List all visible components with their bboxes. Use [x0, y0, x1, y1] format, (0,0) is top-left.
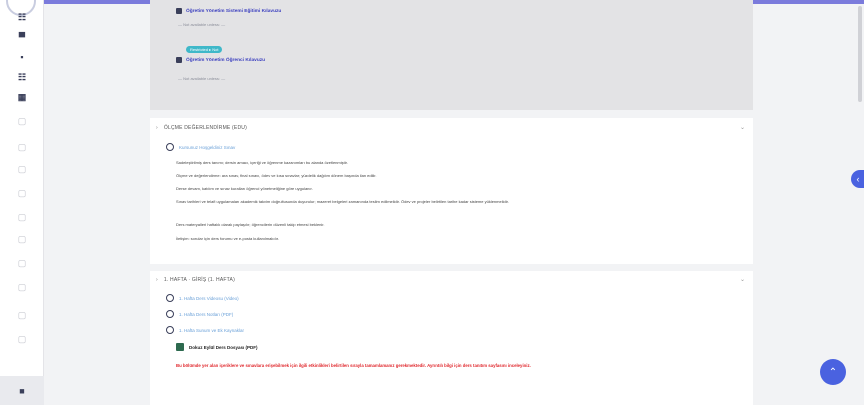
section-description: Ölçme ve değerlendirme: ara sınav, final… [176, 173, 377, 178]
url-icon [166, 310, 174, 318]
section-description: İletişim: sorular için ders forumu ve e-… [176, 236, 279, 241]
scrollbar[interactable] [858, 6, 862, 102]
section-icon-5[interactable]: ▢ [0, 209, 44, 225]
section-description: Derse devam, katılım ve sınav kuralları … [176, 186, 313, 191]
restriction-note: — Not available unless: — [178, 76, 226, 81]
dashboard-icon[interactable]: ▀ [0, 29, 44, 45]
activity-item[interactable]: 1. Hafta Ders Videosu (Video) [166, 294, 239, 302]
home-icon[interactable]: ☷ [0, 9, 44, 25]
activity-link[interactable]: Öğretim Yönetim Öğrenci Kılavuzu [186, 58, 265, 63]
file-icon [176, 343, 184, 351]
restriction-note: — Not available unless: — [178, 22, 226, 27]
chevron-right-icon[interactable]: › [156, 277, 158, 283]
section-description: Sınav tarihleri ve telafi uygulamaları a… [176, 199, 509, 204]
rail-footer-button[interactable]: ■ [0, 376, 44, 405]
section-header[interactable]: › 1. HAFTA · GİRİŞ (1. HAFTA) [156, 277, 235, 283]
activity-item[interactable]: Öğretim Yönetim Sistemi Eğitimi Kılavuzu [176, 8, 281, 14]
menu-icon: ■ [19, 385, 25, 396]
restricted-badge: Restricted ▸ Not [186, 46, 223, 53]
url-icon [166, 326, 174, 334]
restricted-section-block: Öğretim Yönetim Sistemi Eğitimi Kılavuzu… [150, 0, 753, 110]
section-title: ÖLÇME DEĞERLENDİRME (EDU) [163, 125, 247, 131]
chevron-left-icon: ‹ [856, 174, 860, 184]
open-drawer-button[interactable]: ‹ [851, 170, 864, 188]
quiz-icon [166, 143, 174, 151]
courses-icon[interactable]: ▦ [0, 89, 44, 105]
course-section: › ÖLÇME DEĞERLENDİRME (EDU) ⌄ Kursunuz H… [150, 118, 753, 264]
section-icon-1[interactable]: ▢ [0, 113, 44, 129]
arrow-up-icon: ⌃ [828, 366, 838, 378]
activity-item[interactable]: Dokuz Eylül Ders Dosyası (PDF) [176, 343, 258, 351]
section-icon-9[interactable]: ▢ [0, 307, 44, 323]
course-section: › 1. HAFTA · GİRİŞ (1. HAFTA) ⌄ 1. Hafta… [150, 271, 753, 405]
section-description: Ders materyalleri haftalık olarak paylaş… [176, 222, 325, 227]
activity-item[interactable]: Öğretim Yönetim Öğrenci Kılavuzu [176, 57, 265, 63]
section-icon-6[interactable]: ▢ [0, 231, 44, 247]
activity-link[interactable]: Öğretim Yönetim Sistemi Eğitimi Kılavuzu [186, 9, 281, 14]
activity-link[interactable]: Dokuz Eylül Ders Dosyası (PDF) [189, 345, 258, 350]
book-icon [176, 8, 182, 14]
warning-text: Bu bölümde yer alan içeriklere ve sınavl… [176, 363, 531, 368]
activity-link[interactable]: 1. Hafta Ders Notları (PDF) [179, 312, 233, 317]
section-icon-4[interactable]: ▢ [0, 185, 44, 201]
collapse-icon[interactable]: ⌄ [740, 124, 745, 131]
section-icon-10[interactable]: ▢ [0, 331, 44, 347]
url-icon [166, 294, 174, 302]
back-to-top-button[interactable]: ⌃ [820, 359, 846, 385]
collapse-icon[interactable]: ⌄ [740, 276, 745, 283]
chevron-right-icon[interactable]: › [156, 125, 158, 131]
section-description: Sadeleştirilmiş ders tanımı; dersin amac… [176, 160, 348, 165]
section-header[interactable]: › ÖLÇME DEĞERLENDİRME (EDU) [156, 125, 247, 131]
activity-link[interactable]: 1. Hafta Ders Videosu (Video) [179, 296, 239, 301]
section-icon-3[interactable]: ▢ [0, 161, 44, 177]
section-title: 1. HAFTA · GİRİŞ (1. HAFTA) [163, 277, 235, 283]
activity-link[interactable]: 1. Hafta Sunum ve Ek Kaynaklar [179, 328, 244, 333]
section-icon-7[interactable]: ▢ [0, 255, 44, 271]
activity-link[interactable]: Kursunuz Hoşgeldiniz Sınav [179, 145, 235, 150]
activity-item[interactable]: 1. Hafta Ders Notları (PDF) [166, 310, 233, 318]
calendar-icon[interactable]: ▪ [0, 49, 44, 65]
activity-item[interactable]: Kursunuz Hoşgeldiniz Sınav [166, 143, 235, 151]
section-icon-8[interactable]: ▢ [0, 279, 44, 295]
files-icon[interactable]: ☷ [0, 69, 44, 85]
book-icon [176, 57, 182, 63]
activity-item[interactable]: 1. Hafta Sunum ve Ek Kaynaklar [166, 326, 244, 334]
section-icon-2[interactable]: ▢ [0, 139, 44, 155]
course-index-rail: ☷ ▀ ▪ ☷ ▦ ▢ ▢ ▢ ▢ ▢ ▢ ▢ ▢ ▢ ▢ ■ [0, 0, 44, 405]
